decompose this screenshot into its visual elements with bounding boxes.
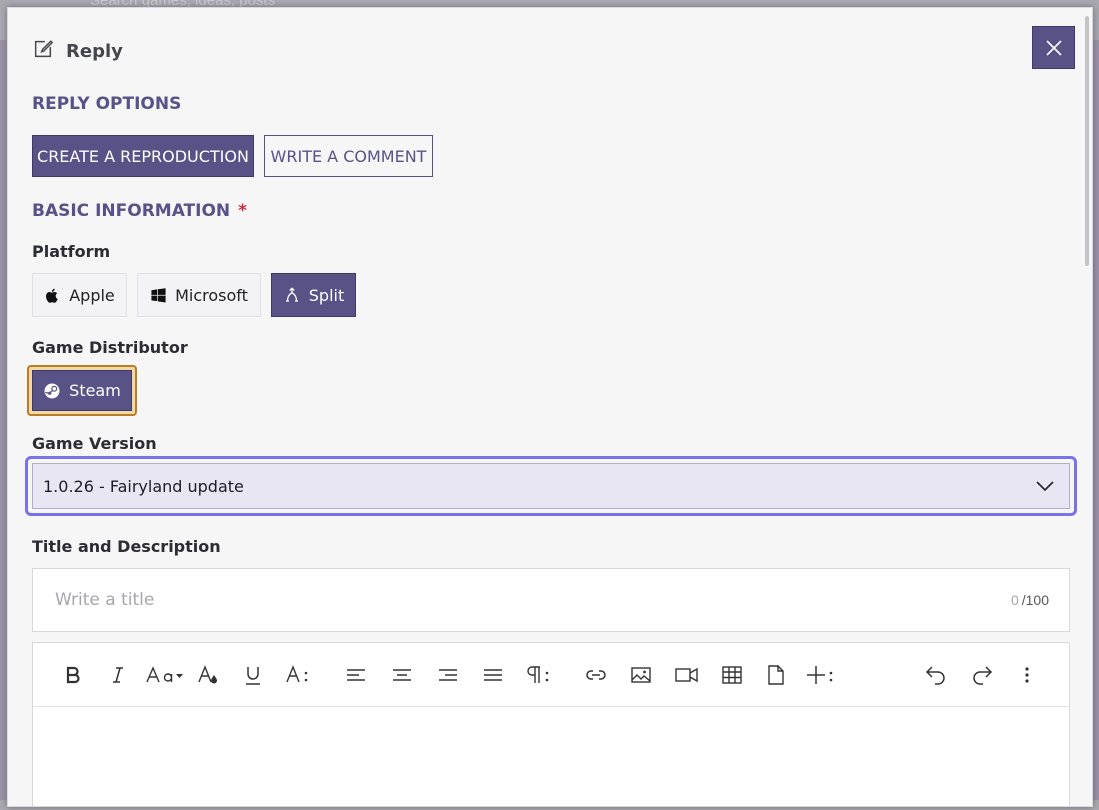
background-tile	[1093, 40, 1099, 800]
create-reproduction-button[interactable]: CREATE A REPRODUCTION	[32, 135, 254, 177]
write-comment-button[interactable]: WRITE A COMMENT	[264, 135, 433, 177]
undo-icon	[925, 666, 945, 685]
table-icon	[722, 666, 742, 684]
paragraph-icon	[527, 666, 549, 683]
font-family-button[interactable]	[145, 660, 185, 690]
platform-label: Platform	[32, 242, 111, 261]
editor-toolbar	[33, 643, 1069, 707]
link-icon	[586, 670, 606, 680]
plus-icon	[807, 666, 833, 684]
rich-text-editor	[32, 642, 1070, 806]
distributor-steam-label: Steam	[69, 381, 121, 400]
platform-split-label: Split	[308, 285, 345, 305]
steam-focus-ring: Steam	[27, 365, 137, 416]
align-left-icon	[347, 669, 365, 681]
game-distributor-label: Game Distributor	[32, 338, 188, 357]
underline-icon	[246, 667, 260, 685]
title-field-container: 0/100	[32, 568, 1070, 632]
align-right-button[interactable]	[436, 660, 460, 690]
background-tile	[0, 40, 6, 800]
text-color-button[interactable]	[196, 660, 220, 690]
platform-microsoft-label: Microsoft	[175, 285, 248, 305]
align-justify-button[interactable]	[481, 660, 505, 690]
edit-icon	[32, 38, 54, 65]
redo-button[interactable]	[970, 660, 994, 690]
bold-icon	[66, 666, 80, 684]
game-version-select[interactable]: 1.0.26 - Fairyland update	[32, 463, 1070, 509]
steam-icon	[44, 383, 60, 398]
split-icon	[285, 287, 298, 302]
paragraph-format-button[interactable]	[523, 660, 553, 690]
insert-link-button[interactable]	[584, 660, 608, 690]
windows-icon	[151, 287, 166, 302]
align-center-icon	[393, 669, 411, 681]
modal-scrollbar[interactable]	[1085, 16, 1089, 266]
title-char-count: 0	[1010, 592, 1019, 608]
modal-header: Reply	[32, 38, 123, 65]
platform-split-button[interactable]: Split	[271, 273, 356, 317]
platform-apple-button[interactable]: Apple	[32, 273, 127, 317]
text-style-icon	[286, 665, 308, 683]
undo-button[interactable]	[924, 660, 948, 690]
editor-body[interactable]	[33, 707, 1069, 806]
close-button[interactable]	[1032, 26, 1075, 69]
apple-icon	[46, 288, 58, 303]
more-vertical-icon	[1025, 667, 1029, 683]
reply-modal: Reply REPLY OPTIONS CREATE A REPRODUCTIO…	[7, 7, 1093, 807]
italic-icon	[113, 667, 123, 683]
game-version-label: Game Version	[32, 434, 157, 453]
reply-options-heading: REPLY OPTIONS	[32, 94, 182, 114]
font-family-icon	[146, 666, 183, 683]
more-options-button[interactable]	[1019, 660, 1035, 690]
title-input[interactable]	[53, 589, 853, 611]
align-left-button[interactable]	[344, 660, 368, 690]
file-icon	[768, 665, 784, 685]
close-icon	[1045, 39, 1062, 56]
redo-icon	[973, 666, 993, 685]
title-char-max: /100	[1021, 592, 1049, 608]
insert-file-button[interactable]	[764, 660, 788, 690]
bold-button[interactable]	[61, 660, 85, 690]
chevron-down-icon	[1036, 481, 1054, 492]
basic-information-heading: BASIC INFORMATION *	[32, 201, 248, 221]
more-insert-button[interactable]	[806, 660, 836, 690]
game-version-focus-ring: 1.0.26 - Fairyland update	[25, 456, 1077, 516]
italic-button[interactable]	[106, 660, 130, 690]
align-justify-icon	[484, 669, 502, 681]
title-char-counter: 0/100	[1011, 592, 1049, 608]
platform-microsoft-button[interactable]: Microsoft	[137, 273, 261, 317]
platform-apple-label: Apple	[69, 285, 115, 305]
modal-title: Reply	[66, 41, 123, 62]
insert-image-button[interactable]	[629, 660, 653, 690]
align-center-button[interactable]	[390, 660, 414, 690]
distributor-steam-button[interactable]: Steam	[32, 370, 132, 411]
align-right-icon	[439, 669, 457, 681]
insert-video-button[interactable]	[674, 660, 700, 690]
image-icon	[631, 667, 651, 683]
text-style-button[interactable]	[285, 660, 313, 690]
insert-table-button[interactable]	[720, 660, 744, 690]
video-icon	[675, 667, 698, 683]
text-color-icon	[198, 665, 217, 684]
required-mark: *	[238, 201, 248, 221]
underline-button[interactable]	[241, 660, 265, 690]
game-version-value: 1.0.26 - Fairyland update	[43, 476, 244, 496]
title-description-label: Title and Description	[32, 537, 221, 556]
